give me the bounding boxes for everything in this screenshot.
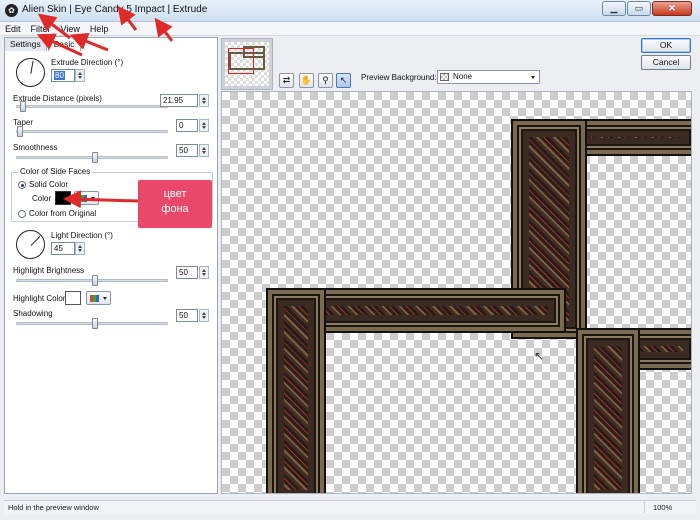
annotation-callout: цвет фона bbox=[138, 180, 212, 228]
cancel-button[interactable]: Cancel bbox=[641, 55, 691, 70]
side-faces-group-label: Color of Side Faces bbox=[18, 167, 93, 176]
extrude-distance-label: Extrude Distance (pixels) bbox=[13, 94, 102, 103]
preview-toggle-icon[interactable]: ⇄ bbox=[279, 73, 294, 88]
menu-filter[interactable]: Filter bbox=[26, 24, 56, 34]
menu-help[interactable]: Help bbox=[85, 24, 114, 34]
shadowing-label: Shadowing bbox=[13, 309, 53, 318]
dial-hand bbox=[30, 236, 41, 247]
side-color-swatch[interactable] bbox=[55, 191, 71, 205]
navigator-thumbnail[interactable] bbox=[221, 38, 273, 90]
smoothness-thumb[interactable] bbox=[92, 152, 98, 163]
shadowing-field[interactable]: 50 bbox=[176, 309, 198, 322]
navigator-viewport[interactable] bbox=[228, 48, 254, 74]
menu-edit[interactable]: Edit bbox=[0, 24, 26, 34]
close-button[interactable]: ✕ bbox=[652, 1, 692, 16]
extrude-direction-spinner[interactable] bbox=[75, 69, 85, 82]
side-color-label: Color bbox=[32, 194, 52, 203]
background-swatch bbox=[440, 73, 449, 81]
frame-segment bbox=[576, 328, 640, 493]
highlight-brightness-thumb[interactable] bbox=[92, 275, 98, 286]
taper-thumb[interactable] bbox=[17, 126, 23, 137]
pointer-icon[interactable]: ↖ bbox=[336, 73, 351, 88]
palette-icon bbox=[78, 195, 87, 202]
navigator-image bbox=[225, 42, 269, 86]
extrude-distance-spinner[interactable] bbox=[199, 94, 209, 107]
smoothness-label: Smoothness bbox=[13, 143, 58, 152]
light-direction-spinner[interactable] bbox=[75, 242, 85, 255]
extrude-distance-field[interactable]: 21.95 bbox=[160, 94, 198, 107]
zoom-level: 100% bbox=[644, 502, 696, 513]
extrude-distance-slider[interactable] bbox=[16, 105, 168, 108]
app-icon: ✿ bbox=[5, 4, 18, 17]
status-bar: Hold in the preview window 100% bbox=[4, 500, 696, 514]
taper-spinner[interactable] bbox=[199, 119, 209, 132]
extrude-distance-thumb[interactable] bbox=[20, 101, 26, 112]
menu-view[interactable]: View bbox=[56, 24, 85, 34]
hand-icon[interactable]: ✋ bbox=[299, 73, 314, 88]
preview-background-label: Preview Background: bbox=[361, 73, 437, 82]
color-from-original-radio[interactable] bbox=[18, 210, 26, 218]
highlight-brightness-field[interactable]: 50 bbox=[176, 266, 198, 279]
window-title: Alien Skin | Eye Candy 5 Impact | Extrud… bbox=[22, 4, 208, 15]
taper-label: Taper bbox=[13, 118, 34, 127]
highlight-brightness-spinner[interactable] bbox=[199, 266, 209, 279]
callout-line-2: фона bbox=[161, 203, 189, 215]
menu-bar: Edit Filter View Help bbox=[0, 22, 700, 36]
highlight-color-label: Highlight Color bbox=[13, 294, 66, 303]
status-hint: Hold in the preview window bbox=[8, 503, 99, 512]
light-direction-dial[interactable] bbox=[16, 230, 45, 259]
highlight-color-palette-button[interactable] bbox=[86, 291, 111, 305]
smoothness-spinner[interactable] bbox=[199, 144, 209, 157]
light-direction-field[interactable]: 45 bbox=[51, 242, 75, 255]
shadowing-thumb[interactable] bbox=[92, 318, 98, 329]
tab-strip: Settings Basic bbox=[4, 36, 82, 51]
highlight-brightness-label: Highlight Brightness bbox=[13, 266, 85, 275]
light-direction-label: Light Direction (°) bbox=[51, 231, 113, 240]
extrude-direction-label: Extrude Direction (°) bbox=[51, 58, 124, 67]
preview-canvas[interactable]: ↖ bbox=[221, 91, 692, 494]
minimize-button[interactable]: ▁ bbox=[602, 1, 626, 16]
mouse-cursor-icon: ↖ bbox=[534, 349, 545, 363]
ok-button[interactable]: OK bbox=[641, 38, 691, 53]
dropdown-arrow-icon bbox=[91, 197, 95, 200]
zoom-icon[interactable]: ⚲ bbox=[318, 73, 333, 88]
shadowing-spinner[interactable] bbox=[199, 309, 209, 322]
callout-line-1: цвет bbox=[163, 188, 187, 200]
taper-slider[interactable] bbox=[16, 130, 168, 133]
dropdown-arrow-icon bbox=[103, 297, 107, 300]
tab-settings[interactable]: Settings bbox=[4, 37, 47, 51]
tab-basic[interactable]: Basic bbox=[47, 36, 81, 51]
maximize-button[interactable]: ▭ bbox=[627, 1, 651, 16]
extrude-direction-field[interactable]: 80 bbox=[51, 69, 75, 82]
preview-background-value: None bbox=[453, 72, 473, 81]
solid-color-label: Solid Color bbox=[29, 180, 69, 189]
title-bar: ✿ Alien Skin | Eye Candy 5 Impact | Extr… bbox=[0, 0, 700, 22]
side-color-palette-button[interactable] bbox=[74, 191, 99, 205]
smoothness-field[interactable]: 50 bbox=[176, 144, 198, 157]
highlight-color-swatch[interactable] bbox=[65, 291, 81, 305]
solid-color-radio[interactable] bbox=[18, 181, 26, 189]
frame-segment bbox=[266, 288, 326, 493]
palette-icon bbox=[90, 295, 99, 302]
color-from-original-label: Color from Original bbox=[29, 209, 97, 218]
extrude-direction-dial[interactable] bbox=[16, 58, 45, 87]
dial-hand bbox=[30, 60, 34, 74]
preview-background-select[interactable]: None bbox=[437, 70, 540, 84]
chevron-down-icon bbox=[531, 76, 535, 79]
taper-field[interactable]: 0 bbox=[176, 119, 198, 132]
